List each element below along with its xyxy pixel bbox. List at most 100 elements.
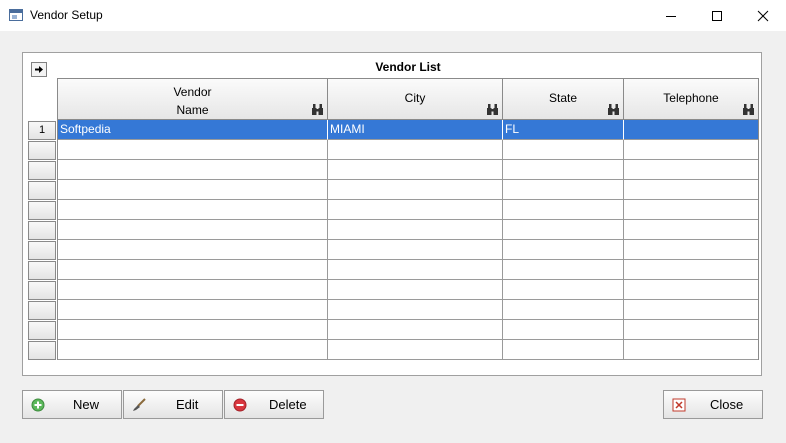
app-icon [9,9,23,21]
table-cell[interactable] [503,160,624,180]
vendor-grid[interactable]: Vendor Name City State Telephone Softped… [57,78,759,360]
column-label: Vendor [173,85,212,99]
table-cell[interactable] [328,340,503,360]
table-row[interactable] [58,220,758,240]
binoculars-icon[interactable] [486,103,499,116]
row-header[interactable] [28,301,56,320]
row-header[interactable]: 1 [28,121,56,140]
table-cell[interactable] [503,180,624,200]
table-row[interactable] [58,240,758,260]
table-cell[interactable] [58,160,328,180]
delete-button-label: Delete [269,397,307,412]
table-cell[interactable] [58,340,328,360]
table-cell[interactable] [503,200,624,220]
table-row[interactable] [58,200,758,220]
table-row[interactable] [58,180,758,200]
row-header[interactable] [28,261,56,280]
table-cell[interactable] [328,160,503,180]
row-header[interactable] [28,161,56,180]
table-cell[interactable] [58,260,328,280]
delete-button[interactable]: Delete [224,390,324,419]
table-cell[interactable] [624,220,758,240]
row-header[interactable] [28,221,56,240]
column-label: Name [176,103,209,117]
table-cell[interactable] [58,180,328,200]
table-cell[interactable] [58,300,328,320]
table-cell[interactable] [328,300,503,320]
select-all-button[interactable] [31,62,47,77]
add-icon [31,398,45,412]
table-cell[interactable] [58,200,328,220]
table-row[interactable] [58,260,758,280]
table-cell[interactable] [624,140,758,160]
table-cell[interactable] [58,320,328,340]
table-cell[interactable] [503,300,624,320]
new-button[interactable]: New [22,390,122,419]
row-header[interactable] [28,281,56,300]
table-cell[interactable] [58,280,328,300]
brush-icon [133,398,146,411]
binoculars-icon[interactable] [607,103,620,116]
table-cell[interactable] [503,140,624,160]
table-cell[interactable] [328,140,503,160]
table-row[interactable] [58,320,758,340]
cell-vendor-name[interactable]: Softpedia [58,120,328,140]
delete-icon [233,398,247,412]
column-header-vendor-name[interactable]: Vendor Name [58,79,328,120]
table-cell[interactable] [503,220,624,240]
table-cell[interactable] [624,280,758,300]
table-cell[interactable] [624,240,758,260]
table-cell[interactable] [624,320,758,340]
close-icon [757,10,769,21]
maximize-button[interactable] [694,0,740,31]
row-header[interactable] [28,181,56,200]
table-row[interactable] [58,300,758,320]
table-cell[interactable] [503,260,624,280]
table-cell[interactable] [624,200,758,220]
new-button-label: New [73,397,100,412]
cell-city[interactable]: MIAMI [328,120,503,140]
binoculars-icon[interactable] [742,103,755,116]
row-header[interactable] [28,201,56,220]
column-header-state[interactable]: State [503,79,624,120]
table-cell[interactable] [503,240,624,260]
table-row[interactable] [58,340,758,360]
column-header-city[interactable]: City [328,79,503,120]
table-cell[interactable] [328,180,503,200]
table-cell[interactable] [328,240,503,260]
table-cell[interactable] [58,140,328,160]
table-cell[interactable] [503,340,624,360]
column-header-telephone[interactable]: Telephone [624,79,758,120]
window-close-button[interactable] [740,0,786,31]
table-cell[interactable] [624,160,758,180]
row-header[interactable] [28,321,56,340]
table-cell[interactable] [328,320,503,340]
table-row[interactable] [58,140,758,160]
cell-state[interactable]: FL [503,120,624,140]
edit-button[interactable]: Edit [123,390,223,419]
row-header[interactable] [28,141,56,160]
table-row[interactable] [58,280,758,300]
table-cell[interactable] [503,280,624,300]
table-cell[interactable] [624,180,758,200]
table-cell[interactable] [624,340,758,360]
table-cell[interactable] [58,240,328,260]
arrow-right-icon [35,66,43,73]
table-row[interactable] [58,160,758,180]
table-cell[interactable] [58,220,328,240]
minimize-button[interactable] [648,0,694,31]
table-cell[interactable] [624,260,758,280]
cell-telephone[interactable] [624,120,758,140]
binoculars-icon[interactable] [311,103,324,116]
table-cell[interactable] [624,300,758,320]
table-cell[interactable] [503,320,624,340]
row-header[interactable] [28,341,56,360]
table-row[interactable]: Softpedia MIAMI FL [58,120,758,140]
table-cell[interactable] [328,280,503,300]
table-cell[interactable] [328,200,503,220]
row-header[interactable] [28,241,56,260]
table-cell[interactable] [328,220,503,240]
column-label: Telephone [663,91,719,105]
close-button[interactable]: Close [663,390,763,419]
table-cell[interactable] [328,260,503,280]
